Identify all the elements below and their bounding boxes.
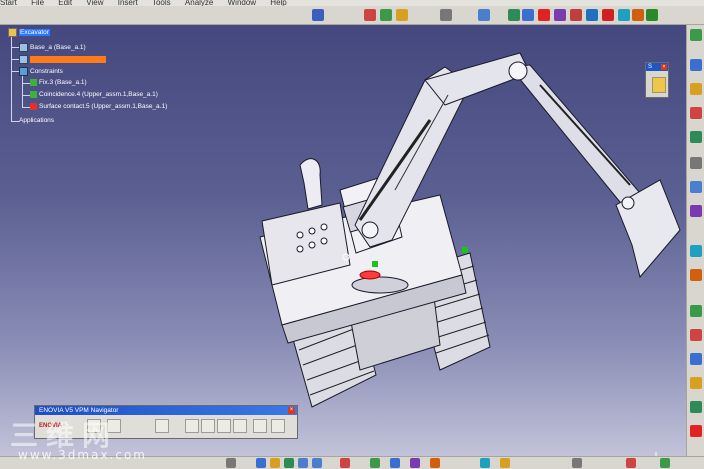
tree-item-upper[interactable] <box>19 55 106 64</box>
catia-window: Start File Edit View Insert Tools Analyz… <box>0 0 704 469</box>
right-toolbar <box>686 25 704 456</box>
fly-mode-icon[interactable] <box>226 458 236 468</box>
explode-icon[interactable] <box>690 131 702 143</box>
section-icon[interactable] <box>690 205 702 217</box>
iso-view-icon[interactable] <box>370 458 380 468</box>
tree-item-applications[interactable]: Applications <box>19 117 54 125</box>
coincidence-icon[interactable] <box>522 9 534 21</box>
render-icon[interactable] <box>690 425 702 437</box>
close-icon[interactable]: × <box>288 407 295 414</box>
angle-icon[interactable] <box>570 9 582 21</box>
tree-item-surface-contact[interactable]: Surface contact.5 (Upper_assm.1,Base_a.1… <box>30 103 167 111</box>
tree-item-label: Applications <box>19 117 55 124</box>
vpm-edit-icon[interactable] <box>253 419 267 433</box>
normal-view-icon[interactable] <box>340 458 350 468</box>
grid-icon[interactable] <box>440 9 452 21</box>
tree-item-fix[interactable]: Fix.3 (Base_a.1) <box>30 79 87 87</box>
capture-icon[interactable] <box>572 458 582 468</box>
top-toolbar <box>0 6 704 25</box>
tree-item-highlight <box>30 56 106 63</box>
tree-item-label: Constraints <box>30 68 63 76</box>
move-icon[interactable] <box>690 59 702 71</box>
product-structure-icon[interactable] <box>364 9 376 21</box>
vpm-open-icon[interactable] <box>155 419 169 433</box>
watermark-url: www.3dmax.com <box>18 448 147 462</box>
zoom-out-icon[interactable] <box>312 458 322 468</box>
shading-icon[interactable] <box>390 458 400 468</box>
vpm-properties-icon[interactable] <box>271 419 285 433</box>
product-icon <box>8 28 17 37</box>
annotation-icon[interactable] <box>690 245 702 257</box>
contact-icon <box>30 103 37 110</box>
tree-item-constraints[interactable]: Constraints <box>19 67 63 76</box>
measure-icon[interactable] <box>690 181 702 193</box>
vpm-unlock-icon[interactable] <box>233 419 247 433</box>
fix-icon[interactable] <box>586 9 598 21</box>
view-mode-icon[interactable] <box>480 458 490 468</box>
vpm-refresh-icon[interactable] <box>201 419 215 433</box>
part-icon <box>19 43 28 52</box>
rotate-icon[interactable] <box>284 458 294 468</box>
fix-icon <box>30 79 37 86</box>
contact-icon[interactable] <box>538 9 550 21</box>
snap-icon[interactable] <box>690 107 702 119</box>
flexible-icon[interactable] <box>632 9 644 21</box>
publication-icon[interactable] <box>690 329 702 341</box>
tree-item-label: Coincidence.4 (Upper_assm.1,Base_a.1) <box>39 91 158 99</box>
analysis-icon[interactable] <box>690 377 702 389</box>
tree-root[interactable]: Excavator <box>8 28 50 37</box>
3d-viewport[interactable]: Excavator Base_a (Base_a.1) Constraints … <box>0 25 686 456</box>
offset-icon[interactable] <box>554 9 566 21</box>
manipulate-icon[interactable] <box>690 83 702 95</box>
fit-all-icon[interactable] <box>256 458 266 468</box>
floating-toolbar[interactable]: S × <box>645 62 669 98</box>
scene-icon[interactable] <box>690 269 702 281</box>
tree-item-coincidence[interactable]: Coincidence.4 (Upper_assm.1,Base_a.1) <box>30 91 158 99</box>
vpm-save-icon[interactable] <box>185 419 199 433</box>
catalog-icon[interactable] <box>690 305 702 317</box>
clash-icon[interactable] <box>690 157 702 169</box>
pan-icon[interactable] <box>270 458 280 468</box>
quick-constraint-icon[interactable] <box>618 9 630 21</box>
select-arrow-icon[interactable] <box>652 77 666 93</box>
material-icon[interactable] <box>626 458 636 468</box>
close-icon[interactable]: × <box>661 64 667 70</box>
swap-space-icon[interactable] <box>430 458 440 468</box>
new-component-icon[interactable] <box>380 9 392 21</box>
vpm-lock-icon[interactable] <box>217 419 231 433</box>
fix-together-icon[interactable] <box>602 9 614 21</box>
constraint-icon <box>19 67 28 76</box>
graph-icon[interactable] <box>690 401 702 413</box>
sketcher-icon[interactable] <box>690 29 702 41</box>
tree-item-base[interactable]: Base_a (Base_a.1) <box>19 43 86 52</box>
compass-icon[interactable] <box>652 448 672 456</box>
existing-component-icon[interactable] <box>396 9 408 21</box>
constraint-icon[interactable] <box>508 9 520 21</box>
hide-show-icon[interactable] <box>410 458 420 468</box>
lighting-icon[interactable] <box>500 458 510 468</box>
part-icon <box>19 55 28 64</box>
tree-item-label: Surface contact.5 (Upper_assm.1,Base_a.1… <box>39 103 168 111</box>
tree-root-label: Excavator <box>19 29 50 37</box>
snap-icon[interactable] <box>478 9 490 21</box>
save-icon[interactable] <box>312 9 324 21</box>
zoom-in-icon[interactable] <box>298 458 308 468</box>
specification-tree: Excavator Base_a (Base_a.1) Constraints … <box>6 27 206 147</box>
bom-icon[interactable] <box>690 353 702 365</box>
tree-item-label: Fix.3 (Base_a.1) <box>39 79 87 87</box>
coincidence-icon <box>30 91 37 98</box>
layer-icon[interactable] <box>660 458 670 468</box>
change-constraint-icon[interactable] <box>646 9 658 21</box>
tree-item-label: Base_a (Base_a.1) <box>30 44 86 52</box>
